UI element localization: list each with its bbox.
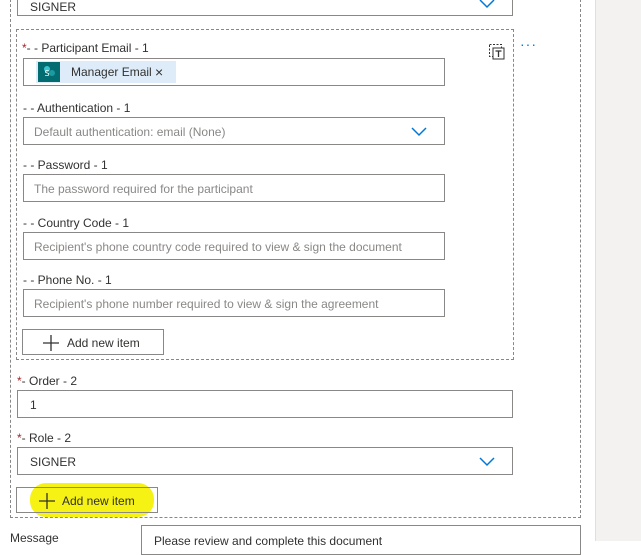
password-label: - - Password - 1 xyxy=(23,158,108,172)
sharepoint-icon: S xyxy=(38,62,60,82)
chevron-down-icon xyxy=(411,127,427,137)
country-code-label: - - Country Code - 1 xyxy=(23,216,130,230)
authentication-label: - - Authentication - 1 xyxy=(23,101,131,115)
order-label: *- Order - 2 xyxy=(17,374,78,388)
role-label: *- Role - 2 xyxy=(17,431,72,445)
order-value: 1 xyxy=(30,398,37,412)
manager-email-token: S Manager Email × xyxy=(36,61,176,83)
plus-icon xyxy=(43,335,59,351)
password-field[interactable]: The password required for the participan… xyxy=(23,174,445,202)
password-placeholder: The password required for the participan… xyxy=(34,182,253,196)
manager-email-token-label: Manager Email xyxy=(71,65,152,79)
add-new-item-button-inner[interactable]: Add new item xyxy=(22,329,164,355)
add-new-item-label: Add new item xyxy=(67,336,140,350)
message-value: Please review and complete this document xyxy=(154,534,383,548)
country-code-field[interactable]: Recipient's phone country code required … xyxy=(23,232,445,260)
chevron-down-icon xyxy=(479,457,495,467)
more-options-icon[interactable]: ··· xyxy=(520,36,537,52)
participant-email-field[interactable]: S Manager Email × xyxy=(23,58,445,86)
phone-number-field[interactable]: Recipient's phone number required to vie… xyxy=(23,289,445,317)
phone-number-label: - - Phone No. - 1 xyxy=(23,273,112,287)
svg-text:S: S xyxy=(45,69,50,78)
role-value: SIGNER xyxy=(30,455,77,469)
message-field[interactable]: Please review and complete this document xyxy=(141,525,581,555)
right-scroll-gutter xyxy=(595,0,641,541)
country-code-placeholder: Recipient's phone country code required … xyxy=(34,240,402,254)
authentication-dropdown[interactable]: Default authentication: email (None) xyxy=(23,117,445,145)
text-insert-icon[interactable] xyxy=(488,43,506,61)
phone-number-placeholder: Recipient's phone number required to vie… xyxy=(34,297,379,311)
add-new-item-label: Add new item xyxy=(62,494,135,508)
message-label: Message xyxy=(10,531,59,545)
add-new-item-button-outer[interactable]: Add new item xyxy=(16,487,158,513)
plus-icon xyxy=(39,493,55,509)
authentication-placeholder: Default authentication: email (None) xyxy=(34,125,226,139)
participant-email-label: *- - Participant Email - 1 xyxy=(22,41,149,55)
remove-token-icon[interactable]: × xyxy=(155,64,163,80)
role-dropdown[interactable]: SIGNER xyxy=(17,447,513,475)
order-field[interactable]: 1 xyxy=(17,390,513,418)
